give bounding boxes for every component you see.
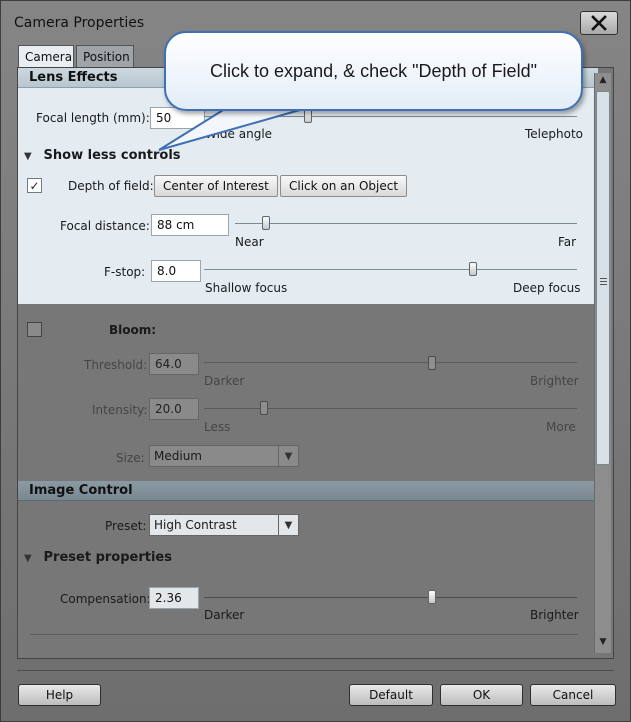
compensation-min-label: Darker: [204, 608, 245, 622]
footer-divider: [17, 670, 614, 671]
intensity-input[interactable]: 20.0: [149, 398, 199, 420]
fstop-slider-thumb[interactable]: [468, 262, 477, 276]
preset-properties-toggle[interactable]: ▼ Preset properties: [24, 550, 172, 565]
close-icon: [591, 15, 607, 31]
intensity-min-label: Less: [204, 420, 231, 434]
callout-text: Click to expand, & check "Depth of Field…: [210, 60, 537, 81]
default-button[interactable]: Default: [349, 684, 433, 706]
fstop-slider-track[interactable]: [204, 269, 577, 270]
fstop-input[interactable]: 8.0: [151, 260, 201, 282]
compensation-label: Compensation:: [60, 592, 151, 606]
preset-properties-label: Preset properties: [43, 550, 172, 565]
compensation-slider-track[interactable]: [204, 597, 577, 598]
bloom-label: Bloom:: [109, 323, 157, 337]
focal-distance-slider-track[interactable]: [235, 223, 577, 224]
focal-distance-max-label: Far: [558, 235, 577, 249]
center-of-interest-button[interactable]: Center of Interest: [154, 175, 278, 197]
focal-distance-input[interactable]: 88 cm: [151, 214, 229, 236]
camera-properties-dialog: Camera Properties Camera Position Lens E…: [0, 0, 631, 722]
focal-length-label: Focal length (mm):: [36, 111, 150, 125]
scrollbar-thumb[interactable]: [596, 91, 610, 465]
tab-camera[interactable]: Camera: [18, 45, 74, 67]
tab-position[interactable]: Position: [76, 45, 134, 67]
preset-value: High Contrast: [154, 518, 237, 532]
focal-distance-label: Focal distance:: [60, 219, 150, 233]
fstop-max-label: Deep focus: [513, 281, 581, 295]
divider: [30, 634, 578, 635]
image-control-header: Image Control: [18, 481, 594, 501]
threshold-slider-track[interactable]: [204, 362, 577, 363]
threshold-slider-thumb[interactable]: [427, 356, 436, 370]
chevron-down-icon: ▼: [24, 151, 32, 162]
threshold-label: Threshold:: [84, 358, 148, 372]
depth-of-field-checkbox[interactable]: ✓: [27, 178, 42, 193]
intensity-max-label: More: [546, 420, 576, 434]
tutorial-callout: Click to expand, & check "Depth of Field…: [164, 31, 583, 111]
threshold-max-label: Brighter: [530, 374, 579, 388]
threshold-input[interactable]: 64.0: [149, 353, 199, 375]
cancel-button[interactable]: Cancel: [530, 684, 616, 706]
threshold-min-label: Darker: [204, 374, 245, 388]
intensity-slider-thumb[interactable]: [259, 401, 268, 415]
help-button[interactable]: Help: [18, 684, 101, 706]
focal-distance-min-label: Near: [235, 235, 264, 249]
chevron-down-icon: ▼: [24, 553, 32, 564]
scroll-up-icon[interactable]: ▲: [597, 75, 609, 87]
compensation-slider-thumb[interactable]: [427, 590, 436, 604]
window-title: Camera Properties: [14, 15, 145, 31]
bloom-checkbox[interactable]: [27, 322, 42, 337]
size-value: Medium: [154, 449, 202, 463]
close-button[interactable]: [580, 11, 618, 35]
tab-position-label: Position: [83, 49, 130, 64]
preset-select[interactable]: High Contrast ▼: [149, 514, 299, 536]
depth-of-field-label: Depth of field:: [68, 179, 154, 193]
fstop-label: F-stop:: [104, 265, 146, 279]
checkmark-icon: ✓: [29, 178, 40, 193]
size-label: Size:: [116, 451, 145, 465]
size-select[interactable]: Medium ▼: [149, 445, 299, 467]
ok-button[interactable]: OK: [440, 684, 523, 706]
compensation-max-label: Brighter: [530, 608, 579, 622]
compensation-input[interactable]: 2.36: [149, 587, 199, 609]
focal-distance-slider-thumb[interactable]: [261, 216, 270, 230]
focal-length-max-label: Telephoto: [525, 127, 584, 141]
preset-label: Preset:: [105, 519, 147, 533]
fstop-min-label: Shallow focus: [205, 281, 288, 295]
intensity-label: Intensity:: [92, 403, 148, 417]
click-on-object-button[interactable]: Click on an Object: [280, 175, 408, 197]
scroll-down-icon[interactable]: ▼: [597, 637, 609, 649]
tab-camera-label: Camera: [25, 49, 73, 64]
panel-scrollbar[interactable]: ▲ ▼: [594, 73, 611, 653]
dropdown-arrow-icon: ▼: [278, 515, 298, 535]
dropdown-arrow-icon: ▼: [278, 446, 298, 466]
